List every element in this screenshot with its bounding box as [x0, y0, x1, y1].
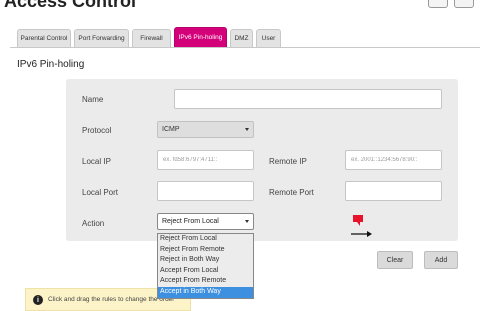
page-title: Access Control — [4, 0, 137, 11]
remote-port-input[interactable] — [345, 181, 442, 201]
add-button[interactable]: Add — [424, 251, 458, 269]
info-icon: i — [33, 295, 43, 305]
tab-ipv6-pinholing[interactable]: IPv6 Pin-holing — [174, 27, 227, 47]
dropdown-option-highlighted[interactable]: Accept in Both Way — [158, 286, 253, 298]
tab-divider — [10, 47, 480, 48]
name-input[interactable] — [174, 89, 442, 109]
tab-firewall[interactable]: Firewall — [132, 29, 171, 47]
dropdown-option[interactable]: Accept From Remote — [158, 276, 253, 287]
tab-user[interactable]: User — [256, 29, 281, 47]
dropdown-option[interactable]: Reject in Both Way — [158, 255, 253, 266]
action-value: Reject From Local — [162, 218, 219, 225]
dropdown-option[interactable]: Reject From Remote — [158, 244, 253, 256]
local-port-input[interactable] — [157, 181, 254, 201]
protocol-select[interactable]: ICMP — [157, 121, 254, 138]
action-label: Action — [82, 219, 105, 228]
local-port-label: Local Port — [82, 188, 119, 197]
action-select[interactable]: Reject From Local — [157, 213, 254, 230]
section-title: IPv6 Pin-holing — [17, 59, 85, 70]
tab-port-forwarding[interactable]: Port Forwarding — [74, 29, 129, 47]
tab-bar: Parental Control Port Forwarding Firewal… — [10, 27, 480, 47]
chevron-down-icon — [245, 220, 249, 223]
dropdown-option[interactable]: Accept From Local — [158, 265, 253, 277]
tab-parental-control[interactable]: Parental Control — [17, 29, 71, 47]
local-ip-input[interactable] — [157, 150, 254, 170]
dropdown-option[interactable]: Reject From Local — [158, 234, 253, 245]
protocol-value: ICMP — [162, 126, 180, 133]
protocol-label: Protocol — [82, 126, 112, 135]
window-button[interactable] — [454, 0, 474, 8]
name-label: Name — [82, 95, 104, 104]
local-ip-label: Local IP — [82, 157, 111, 166]
clear-button[interactable]: Clear — [377, 251, 413, 269]
page: Access Control Parental Control Port For… — [0, 0, 480, 311]
remote-ip-label: Remote IP — [269, 157, 307, 166]
drag-direction-icon — [351, 215, 372, 237]
notice-text: Click and drag the rules to change the o… — [48, 296, 175, 303]
tab-dmz[interactable]: DMZ — [230, 29, 253, 47]
remote-port-label: Remote Port — [269, 188, 314, 197]
remote-ip-input[interactable] — [345, 150, 442, 170]
chevron-down-icon — [245, 128, 249, 131]
action-dropdown-list: Reject From Local Reject From Remote Rej… — [157, 233, 254, 299]
window-button[interactable] — [428, 0, 448, 8]
